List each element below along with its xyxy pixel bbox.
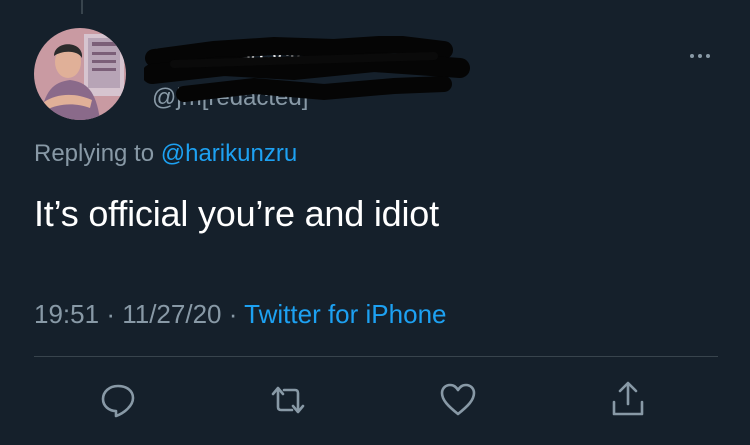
more-horizontal-icon bbox=[690, 54, 694, 58]
replying-to-label: Replying to bbox=[34, 140, 155, 167]
tweet-metadata: 19:51 · 11/27/20 · Twitter for iPhone bbox=[34, 299, 446, 330]
retweet-icon bbox=[271, 386, 305, 414]
avatar-image bbox=[34, 28, 126, 120]
reply-icon bbox=[101, 384, 135, 418]
meta-separator: · bbox=[106, 299, 115, 329]
share-button[interactable] bbox=[606, 378, 650, 422]
replying-to-line: Replying to @harikunzru bbox=[34, 140, 297, 168]
share-icon bbox=[612, 381, 644, 416]
meta-separator: · bbox=[228, 299, 238, 329]
like-icon bbox=[440, 383, 476, 416]
retweet-button[interactable] bbox=[266, 378, 310, 422]
avatar[interactable] bbox=[34, 28, 126, 120]
tweet-date: 11/27/20 bbox=[122, 299, 222, 329]
redaction-scribble bbox=[144, 36, 470, 102]
like-button[interactable] bbox=[436, 378, 480, 422]
more-options-button[interactable] bbox=[682, 46, 718, 66]
tweet-text: It’s official you’re and idiot bbox=[34, 193, 439, 234]
reply-button[interactable] bbox=[96, 378, 140, 422]
thread-connector-line bbox=[81, 0, 83, 14]
tweet-source-link[interactable]: Twitter for iPhone bbox=[244, 299, 446, 329]
actions-divider bbox=[34, 356, 718, 357]
tweet-actions-bar bbox=[0, 378, 750, 426]
tweet-time: 19:51 bbox=[34, 299, 100, 329]
replying-to-mention-link[interactable]: @harikunzru bbox=[161, 140, 297, 167]
